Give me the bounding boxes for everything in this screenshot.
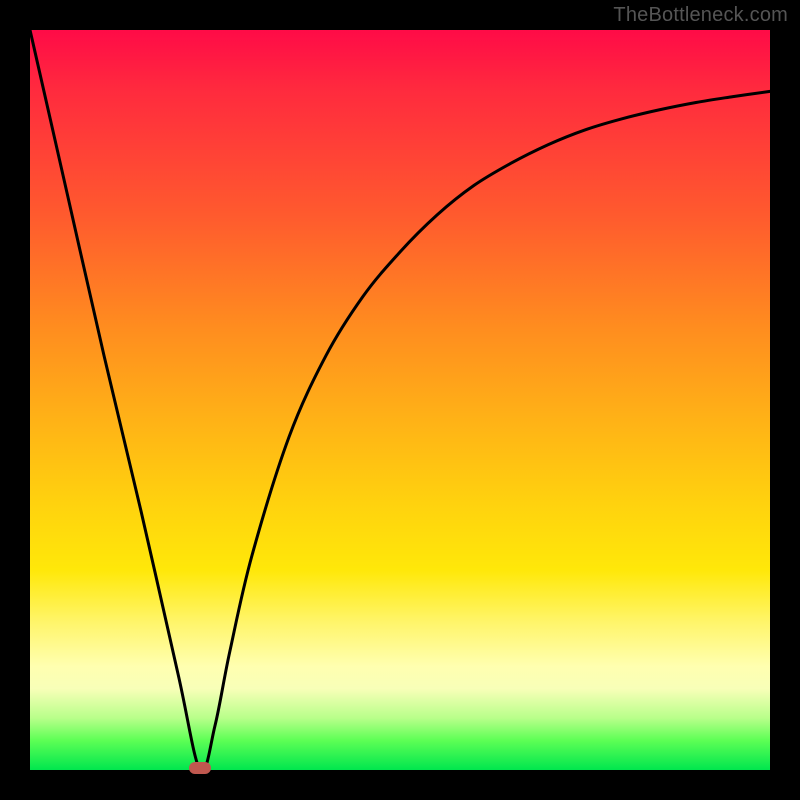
watermark-text: TheBottleneck.com: [613, 4, 788, 27]
bottleneck-curve: [30, 30, 770, 771]
plot-area: [30, 30, 770, 770]
curve-layer: [30, 30, 770, 770]
min-marker: [189, 762, 211, 774]
chart-frame: TheBottleneck.com: [0, 0, 800, 800]
